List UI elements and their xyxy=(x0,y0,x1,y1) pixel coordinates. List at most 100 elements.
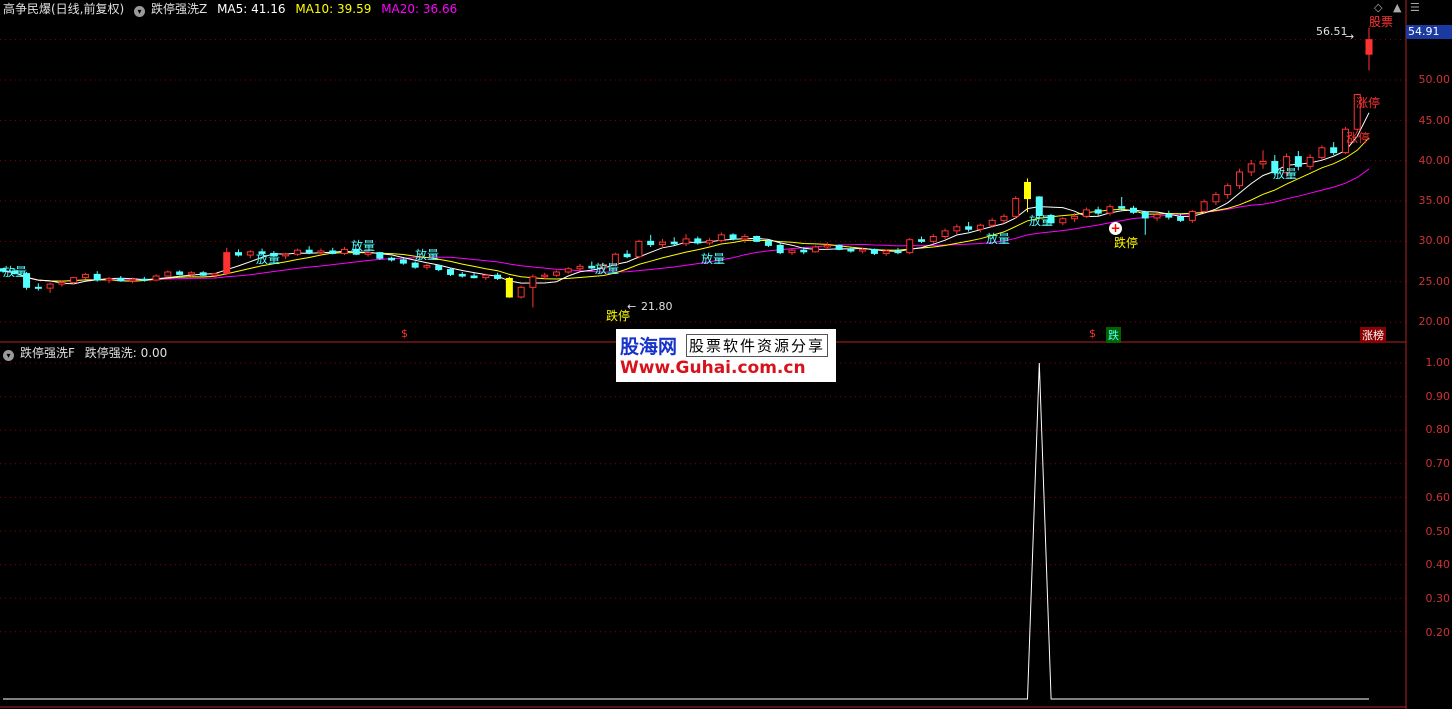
sub-axis-label: 0.70 xyxy=(1425,457,1451,470)
up-arrow-icon[interactable]: ▲ xyxy=(1393,1,1401,14)
candle-body xyxy=(93,273,101,281)
candle-body xyxy=(541,274,549,278)
candle-body xyxy=(741,235,749,240)
sub-axis-label: 0.80 xyxy=(1425,423,1451,436)
watermark-subtitle: 股票软件资源分享 xyxy=(686,334,829,357)
sub-axis-label: 1.00 xyxy=(1425,356,1451,369)
sub-indicator-name[interactable]: 跌停强洗F xyxy=(20,346,75,360)
candle-body xyxy=(729,234,737,240)
fangliang-label: 放量 xyxy=(415,248,440,262)
candle-body xyxy=(1071,215,1079,220)
candle-body xyxy=(1106,206,1114,214)
candle-body xyxy=(870,248,878,254)
low-price-arrow-icon: ← xyxy=(627,300,637,313)
menu-icon[interactable]: ☰ xyxy=(1410,1,1420,14)
candle-body xyxy=(1212,194,1220,203)
candle-body xyxy=(623,253,631,258)
signal-zhang-mark: 涨榜 xyxy=(1360,327,1386,343)
candle-body xyxy=(399,259,407,264)
candle-body xyxy=(682,238,690,245)
candle-body xyxy=(1012,198,1020,217)
sub-indicator-value: 跌停强洗: 0.00 xyxy=(84,346,168,360)
candle-body xyxy=(223,252,231,275)
candle-body xyxy=(588,265,596,269)
candle-body xyxy=(953,226,961,232)
sub-header: ▾ 跌停强洗F 跌停强洗: 0.00 xyxy=(3,344,173,361)
candle-body xyxy=(458,273,466,277)
candle-body xyxy=(918,239,926,242)
ma20-label: MA20: 36.66 xyxy=(381,2,458,16)
current-price-tag: 54.91 xyxy=(1406,25,1452,39)
candle-body xyxy=(517,286,525,298)
price-axis-label: 40.00 xyxy=(1418,154,1451,167)
indicator-name[interactable]: 跌停强洗Z xyxy=(151,2,207,16)
candle-body xyxy=(164,271,172,277)
price-axis-label: 35.00 xyxy=(1418,194,1451,207)
top-right-label: 股票 xyxy=(1369,15,1394,29)
sub-indicator-dropdown-icon[interactable]: ▾ xyxy=(3,350,14,361)
fangliang-label: 放量 xyxy=(351,239,376,253)
price-axis-label: 25.00 xyxy=(1418,275,1451,288)
ma10-label: MA10: 39.59 xyxy=(295,2,372,16)
candle-body xyxy=(176,271,184,275)
plus-icon: + xyxy=(1109,221,1122,235)
candle-body xyxy=(658,241,666,246)
candle-body xyxy=(835,244,843,250)
candle-body xyxy=(482,274,490,279)
candle-body xyxy=(117,277,125,282)
candle-body xyxy=(859,248,867,252)
candle-body xyxy=(293,249,301,255)
candle-body xyxy=(388,257,396,261)
candle-body xyxy=(635,240,643,258)
candle-body xyxy=(46,283,54,289)
sub-axis-label: 0.30 xyxy=(1425,592,1451,605)
signal-die-mark: 跌 xyxy=(1106,327,1121,343)
candle-body xyxy=(1094,209,1102,214)
candle-body xyxy=(823,244,831,248)
sub-axis-label: 0.60 xyxy=(1425,491,1451,504)
candle-body xyxy=(329,250,337,254)
candle-body xyxy=(941,230,949,237)
candle-body xyxy=(882,250,890,254)
candle-body xyxy=(81,273,89,279)
candle-body xyxy=(706,240,714,244)
candle-body xyxy=(435,265,443,271)
watermark-brand: 股海网 xyxy=(620,336,678,358)
sub-axis-label: 0.50 xyxy=(1425,525,1451,538)
candle-body xyxy=(199,272,207,276)
candle-body xyxy=(1141,211,1149,219)
candle-body xyxy=(246,251,254,256)
candle-body xyxy=(647,240,655,246)
candle-body xyxy=(894,250,902,254)
candle-body xyxy=(1188,210,1196,221)
candle-body xyxy=(847,248,855,252)
candle-body xyxy=(505,277,513,298)
candle-body xyxy=(976,224,984,230)
candle-body xyxy=(670,241,678,245)
indicator-dropdown-icon[interactable]: ▾ xyxy=(134,6,146,17)
candle-body xyxy=(470,275,478,279)
candle-body xyxy=(152,275,160,281)
ma5-line xyxy=(2,112,1370,285)
candle-body xyxy=(129,278,137,282)
candle-body xyxy=(376,252,384,259)
candle-body xyxy=(1247,163,1255,173)
candle-body xyxy=(1129,207,1137,213)
candle-body xyxy=(694,238,702,244)
fangliang-label: 放量 xyxy=(1273,167,1298,181)
candle-body xyxy=(1000,215,1008,221)
candle-body xyxy=(494,274,502,279)
candle-body xyxy=(1153,214,1161,219)
watermark-url: Www.Guhai.com.cn xyxy=(620,358,806,378)
ma10-line xyxy=(2,137,1370,282)
candle-body xyxy=(1177,216,1185,221)
fangliang-label: 放量 xyxy=(986,232,1011,246)
stock-title[interactable]: 高争民爆(日线,前复权) xyxy=(3,2,124,16)
candle-body xyxy=(753,235,761,242)
candle-body xyxy=(764,240,772,246)
signal-s-mark: $ xyxy=(1089,327,1096,340)
ma20-line xyxy=(2,168,1370,282)
candle-body xyxy=(788,249,796,254)
candle-body xyxy=(34,286,42,289)
candle-body xyxy=(105,277,113,281)
